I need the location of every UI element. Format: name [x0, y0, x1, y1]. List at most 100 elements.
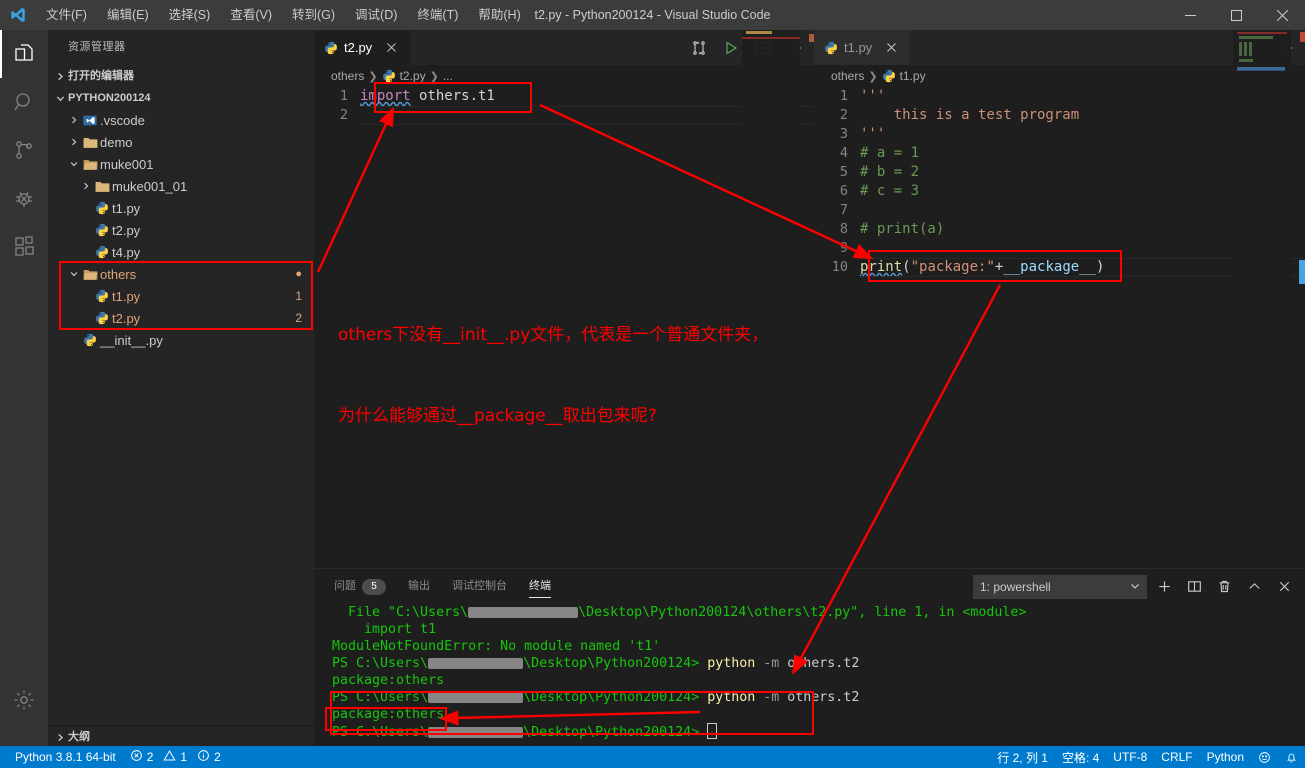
status-left: Python 3.8.1 64-bit 2 1 2	[0, 746, 228, 768]
breadcrumb-more[interactable]: ...	[443, 69, 453, 83]
status-eol[interactable]: CRLF	[1154, 746, 1199, 768]
status-indentation[interactable]: 空格: 4	[1055, 746, 1106, 768]
scrollbar-right[interactable]	[1291, 30, 1305, 568]
code-line[interactable]: 3 '''	[814, 125, 1305, 144]
sidebar-title: 资源管理器	[68, 41, 126, 53]
breadcrumb-file[interactable]: t1.py	[882, 69, 926, 83]
terminal-text: package:others	[332, 673, 445, 688]
panel-tab-output[interactable]: 输出	[408, 569, 430, 604]
terminal-selector[interactable]: 1: powershell	[973, 574, 1147, 599]
python-icon	[882, 69, 896, 83]
activity-explorer[interactable]	[0, 30, 48, 78]
python-icon	[92, 223, 112, 237]
status-right: 行 2, 列 1 空格: 4 UTF-8 CRLF Python	[990, 746, 1305, 768]
tree-folder-vscode[interactable]: .vscode	[48, 109, 314, 131]
breadcrumb-file[interactable]: t2.py	[382, 69, 426, 83]
tree-item-label: t1.py	[112, 200, 141, 216]
breadcrumb-folder[interactable]: others	[331, 69, 364, 83]
terminal-text: import t1	[332, 622, 437, 637]
status-cursor-position[interactable]: 行 2, 列 1	[990, 746, 1055, 768]
breadcrumb-folder[interactable]: others	[831, 69, 864, 83]
tab-t2py[interactable]: t2.py	[314, 30, 412, 65]
terminal-line: PS C:\Users\ \Desktop\Python200124> pytho…	[332, 655, 1305, 672]
tree-folder-muke001_01[interactable]: muke001_01	[48, 175, 314, 197]
open-editors-section[interactable]: 打开的编辑器	[48, 65, 314, 87]
tree-folder-muke001[interactable]: muke001	[48, 153, 314, 175]
window-controls[interactable]	[1167, 0, 1305, 30]
maximize-panel-icon[interactable]	[1241, 574, 1267, 600]
chevron-right-icon	[68, 116, 80, 124]
outline-section[interactable]: 大纲	[48, 725, 314, 748]
tree-folder-demo[interactable]: demo	[48, 131, 314, 153]
tree-item-label: muke001_01	[112, 178, 188, 194]
code-line[interactable]: 5 # b = 2	[814, 163, 1305, 182]
menu-item-goto[interactable]: 转到(G)	[282, 0, 345, 30]
line-number: 1	[839, 88, 848, 104]
close-panel-icon[interactable]	[1271, 574, 1297, 600]
tree-item-label: muke001	[100, 156, 154, 172]
line-number: 5	[839, 164, 848, 180]
menu-item-help[interactable]: 帮助(H)	[468, 0, 530, 30]
vscode-logo-icon	[0, 0, 36, 30]
code-line[interactable]: 6 # c = 3	[814, 182, 1305, 201]
tree-file-t4py[interactable]: t4.py	[48, 241, 314, 263]
activity-extensions[interactable]	[0, 222, 48, 270]
tree-file-t2py[interactable]: t2.py	[48, 219, 314, 241]
close-icon[interactable]	[882, 39, 900, 57]
close-icon[interactable]	[1259, 0, 1305, 30]
panel-tab-debug-console[interactable]: 调试控制台	[452, 569, 507, 604]
status-notifications-bell-icon[interactable]	[1278, 746, 1305, 768]
panel-tab-terminal[interactable]: 终端	[529, 569, 551, 604]
maximize-icon[interactable]	[1213, 0, 1259, 30]
chevron-right-icon	[52, 65, 68, 87]
activity-settings-gear-icon[interactable]	[0, 676, 48, 724]
run-icon[interactable]	[718, 35, 744, 61]
error-count: 2	[146, 750, 154, 764]
code-line[interactable]: 8 # print(a)	[814, 220, 1305, 239]
menu-item-view[interactable]: 查看(V)	[220, 0, 282, 30]
activity-search[interactable]	[0, 78, 48, 126]
menu-item-selection[interactable]: 选择(S)	[159, 0, 221, 30]
panel-tab-problems[interactable]: 问题 5	[334, 569, 386, 604]
title-bar: 文件(F) 编辑(E) 选择(S) 查看(V) 转到(G) 调试(D) 终端(T…	[0, 0, 1305, 30]
tab-t1py[interactable]: t1.py	[814, 30, 912, 65]
code-line[interactable]: 7	[814, 201, 1305, 220]
menu-item-terminal[interactable]: 终端(T)	[407, 0, 468, 30]
project-section[interactable]: PYTHON200124	[48, 87, 314, 109]
status-errors[interactable]: 2 1 2	[123, 746, 228, 768]
tree-file-t1py[interactable]: t1.py	[48, 197, 314, 219]
project-label: PYTHON200124	[68, 92, 151, 104]
menu-item-file[interactable]: 文件(F)	[36, 0, 97, 30]
terminal-line: ModuleNotFoundError: No module named 't1…	[332, 638, 1305, 655]
chevron-right-icon: ❯	[368, 70, 378, 83]
activity-source-control[interactable]	[0, 126, 48, 174]
new-terminal-icon[interactable]	[1151, 574, 1177, 600]
line-number: 2	[839, 107, 848, 123]
annotation-note-line1: others下没有__init__.py文件，代表是一个普通文件夹，	[338, 325, 769, 345]
split-compare-icon[interactable]	[686, 35, 712, 61]
status-language-mode[interactable]: Python	[1200, 746, 1251, 768]
minimize-icon[interactable]	[1167, 0, 1213, 30]
tab-label: t1.py	[844, 40, 873, 55]
menu-item-edit[interactable]: 编辑(E)	[97, 0, 159, 30]
open-editors-label: 打开的编辑器	[68, 70, 134, 82]
status-encoding[interactable]: UTF-8	[1106, 746, 1154, 768]
tree-file-__init__py[interactable]: __init__.py	[48, 329, 314, 351]
code-area-right[interactable]: 1 ''' 2 this is a test program 3 ''' 4 # a = 1…	[814, 87, 1305, 277]
status-feedback-smiley-icon[interactable]	[1251, 746, 1278, 768]
menu-bar[interactable]: 文件(F) 编辑(E) 选择(S) 查看(V) 转到(G) 调试(D) 终端(T…	[36, 0, 531, 30]
menu-item-debug[interactable]: 调试(D)	[345, 0, 407, 30]
annotation-note: others下没有__init__.py文件，代表是一个普通文件夹， 为什么能够…	[338, 268, 768, 484]
code-line[interactable]: 1 '''	[814, 87, 1305, 106]
status-python-version[interactable]: Python 3.8.1 64-bit	[8, 746, 123, 768]
split-terminal-icon[interactable]	[1181, 574, 1207, 600]
scrollbar-left[interactable]	[800, 30, 814, 568]
breadcrumb-right[interactable]: others ❯ t1.py	[814, 65, 1305, 87]
kill-terminal-icon[interactable]	[1211, 574, 1237, 600]
code-line[interactable]: 4 # a = 1	[814, 144, 1305, 163]
terminal-text: ModuleNotFoundError: No module named 't1…	[332, 639, 661, 654]
close-icon[interactable]	[382, 39, 400, 57]
minimap-right[interactable]	[1233, 30, 1291, 568]
activity-debug[interactable]	[0, 174, 48, 222]
code-line[interactable]: 2 this is a test program	[814, 106, 1305, 125]
